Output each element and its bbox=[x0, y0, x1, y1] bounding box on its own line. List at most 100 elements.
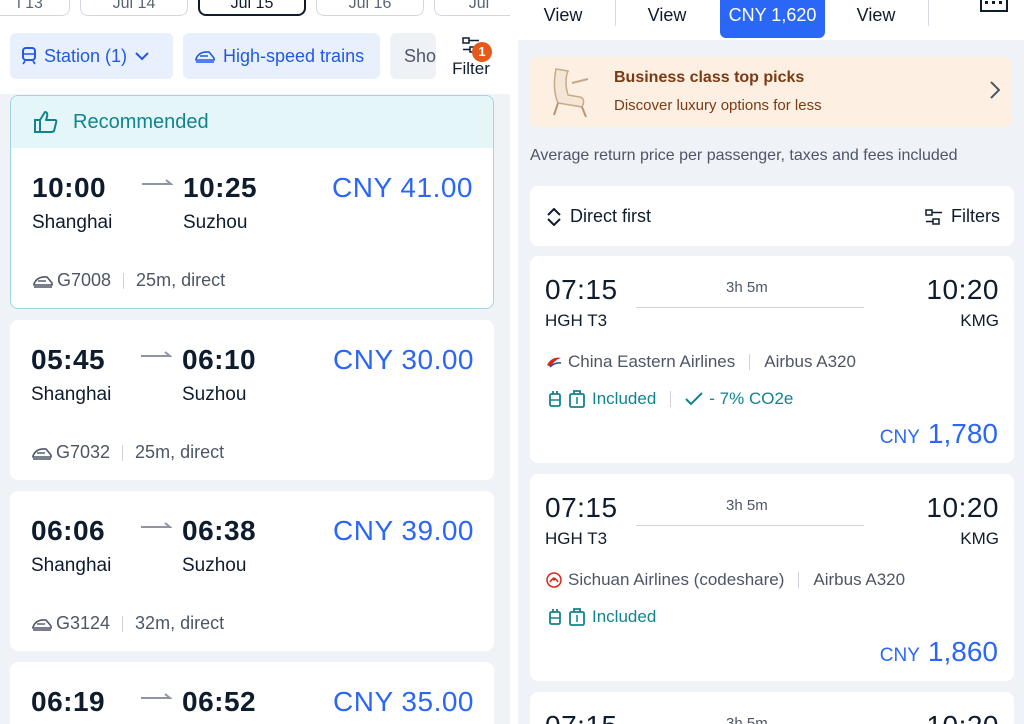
divider bbox=[798, 572, 800, 588]
train-price: CNY 30.00 bbox=[333, 344, 474, 375]
depart-station: Shanghai bbox=[31, 555, 112, 576]
price-date-tabs: View View CNY 1,620 View bbox=[518, 0, 1024, 40]
arrive-airport: KMG bbox=[960, 529, 999, 548]
depart-time: 06:06 bbox=[31, 515, 106, 546]
price-amount: 1,860 bbox=[927, 636, 998, 667]
depart-station: Shanghai bbox=[32, 212, 113, 233]
depart-airport: HGH T3 bbox=[545, 311, 608, 330]
baggage-info: Included - 7% CO2e bbox=[548, 389, 793, 409]
route-line bbox=[636, 525, 864, 526]
airline-info: Sichuan Airlines (codeshare) Airbus A320 bbox=[546, 570, 905, 590]
train-card[interactable]: 06:19 06:52 CNY 35.00 bbox=[10, 662, 494, 724]
flight-card[interactable]: 07:15 HGH T3 3h 5m 10:20 KMG China Easte… bbox=[530, 256, 1014, 463]
high-speed-train-icon bbox=[195, 51, 215, 63]
flight-price: CNY 1,780 bbox=[880, 418, 998, 450]
business-seat-icon bbox=[553, 68, 589, 118]
price-tab-label: View bbox=[856, 5, 896, 25]
arrive-time: 06:52 bbox=[182, 686, 257, 717]
carry-on-bag-icon bbox=[569, 390, 585, 408]
train-card[interactable]: 06:06 Shanghai 06:38 Suzhou CNY 39.00 G3… bbox=[10, 491, 494, 651]
arrive-airport: KMG bbox=[960, 311, 999, 330]
aircraft-type: Airbus A320 bbox=[813, 570, 906, 589]
arrow-right-icon bbox=[142, 179, 173, 185]
route-line bbox=[636, 307, 864, 308]
train-number: G7032 bbox=[56, 442, 111, 462]
aircraft-type: Airbus A320 bbox=[764, 352, 856, 371]
station-filter-label: Station (1) bbox=[44, 45, 128, 66]
carry-on-bag-icon bbox=[569, 608, 585, 626]
train-card-recommended[interactable]: Recommended 10:00 Shanghai 10:25 Suzhou … bbox=[10, 95, 494, 309]
baggage-label: Included bbox=[592, 389, 657, 408]
date-tab[interactable]: Jul 14 bbox=[80, 0, 188, 16]
high-speed-train-icon bbox=[33, 275, 53, 288]
flight-duration: 3h 5m bbox=[726, 715, 768, 724]
price-tab[interactable]: View bbox=[841, 0, 911, 38]
train-duration: 32m, direct bbox=[135, 613, 225, 633]
train-price: CNY 41.00 bbox=[332, 172, 473, 203]
promo-title: Business class top picks bbox=[614, 69, 805, 86]
divider bbox=[122, 615, 124, 632]
train-price: CNY 39.00 bbox=[333, 515, 474, 546]
filters-button[interactable]: Filters bbox=[925, 206, 1000, 227]
date-tab-label: l 13 bbox=[17, 0, 43, 12]
sort-button[interactable]: Direct first bbox=[546, 206, 651, 227]
arrive-time: 10:20 bbox=[926, 274, 999, 305]
arrive-station: Suzhou bbox=[183, 212, 248, 233]
depart-time: 05:45 bbox=[31, 344, 106, 375]
high-speed-train-icon bbox=[32, 447, 52, 460]
price-amount: 1,780 bbox=[927, 418, 998, 449]
average-price-note: Average return price per passenger, taxe… bbox=[530, 147, 958, 164]
high-speed-filter-chip[interactable]: High-speed trains bbox=[183, 33, 380, 79]
divider bbox=[670, 391, 672, 407]
depart-airport: HGH T3 bbox=[545, 529, 608, 548]
price-currency: CNY bbox=[879, 427, 920, 448]
sort-icon bbox=[547, 207, 561, 226]
price-tab[interactable]: View bbox=[528, 0, 598, 38]
date-tabs: l 13 Jul 14 Jul 15 Jul 16 Jul bbox=[0, 0, 512, 18]
flight-price: CNY 1,860 bbox=[880, 636, 998, 668]
date-tab[interactable]: Jul 16 bbox=[316, 0, 424, 16]
chevron-down-icon bbox=[135, 51, 149, 60]
flight-results-pane: View View CNY 1,620 View Business class … bbox=[518, 0, 1024, 724]
divider bbox=[123, 272, 125, 289]
more-filter-chip[interactable]: Sho bbox=[390, 33, 436, 79]
train-duration: 25m, direct bbox=[136, 270, 226, 290]
thumbs-up-icon bbox=[34, 111, 58, 133]
arrive-time: 10:25 bbox=[183, 172, 258, 203]
personal-item-icon bbox=[549, 609, 561, 625]
arrive-time: 10:20 bbox=[926, 710, 999, 724]
flight-card[interactable]: 07:15 HGH T3 3h 5m 10:20 KMG Sichuan Air… bbox=[530, 474, 1014, 681]
train-card[interactable]: 05:45 Shanghai 06:10 Suzhou CNY 30.00 G7… bbox=[10, 320, 494, 480]
date-tab-label: Jul 14 bbox=[112, 0, 156, 12]
arrive-time: 06:10 bbox=[182, 344, 257, 375]
train-meta: G7008 25m, direct bbox=[33, 270, 225, 291]
train-number: G3124 bbox=[56, 613, 111, 633]
filter-icon bbox=[925, 208, 942, 225]
price-tab[interactable]: View bbox=[632, 0, 702, 38]
divider bbox=[615, 0, 616, 26]
date-tab[interactable]: Jul bbox=[434, 0, 512, 16]
price-tab-label: View bbox=[543, 5, 583, 25]
train-filter-bar: Station (1) High-speed trains Sho Filter… bbox=[0, 18, 512, 94]
price-tab-selected[interactable]: CNY 1,620 bbox=[720, 0, 825, 38]
calendar-button[interactable] bbox=[964, 0, 1024, 26]
depart-time: 07:15 bbox=[545, 710, 618, 724]
promo-subtitle: Discover luxury options for less bbox=[614, 97, 822, 114]
station-filter-chip[interactable]: Station (1) bbox=[10, 33, 173, 79]
train-results-pane: l 13 Jul 14 Jul 15 Jul 16 Jul Station (1… bbox=[0, 0, 512, 724]
arrive-time: 10:20 bbox=[926, 492, 999, 523]
recommended-header: Recommended bbox=[11, 96, 493, 148]
high-speed-filter-label: High-speed trains bbox=[223, 45, 365, 66]
business-class-promo-banner[interactable]: Business class top picks Discover luxury… bbox=[530, 57, 1012, 127]
date-tab[interactable]: l 13 bbox=[0, 0, 70, 16]
train-meta: G7032 25m, direct bbox=[32, 442, 224, 463]
price-tab-label: View bbox=[647, 5, 687, 25]
flight-card[interactable]: 07:15 3h 5m 10:20 bbox=[530, 692, 1014, 724]
arrow-right-icon bbox=[141, 351, 172, 357]
date-tab-selected[interactable]: Jul 15 bbox=[198, 0, 306, 16]
depart-time: 06:19 bbox=[31, 686, 106, 717]
china-eastern-logo-icon bbox=[547, 357, 562, 368]
filter-count-badge: 1 bbox=[472, 42, 492, 62]
depart-time: 07:15 bbox=[545, 492, 618, 523]
sort-label: Direct first bbox=[570, 206, 651, 226]
